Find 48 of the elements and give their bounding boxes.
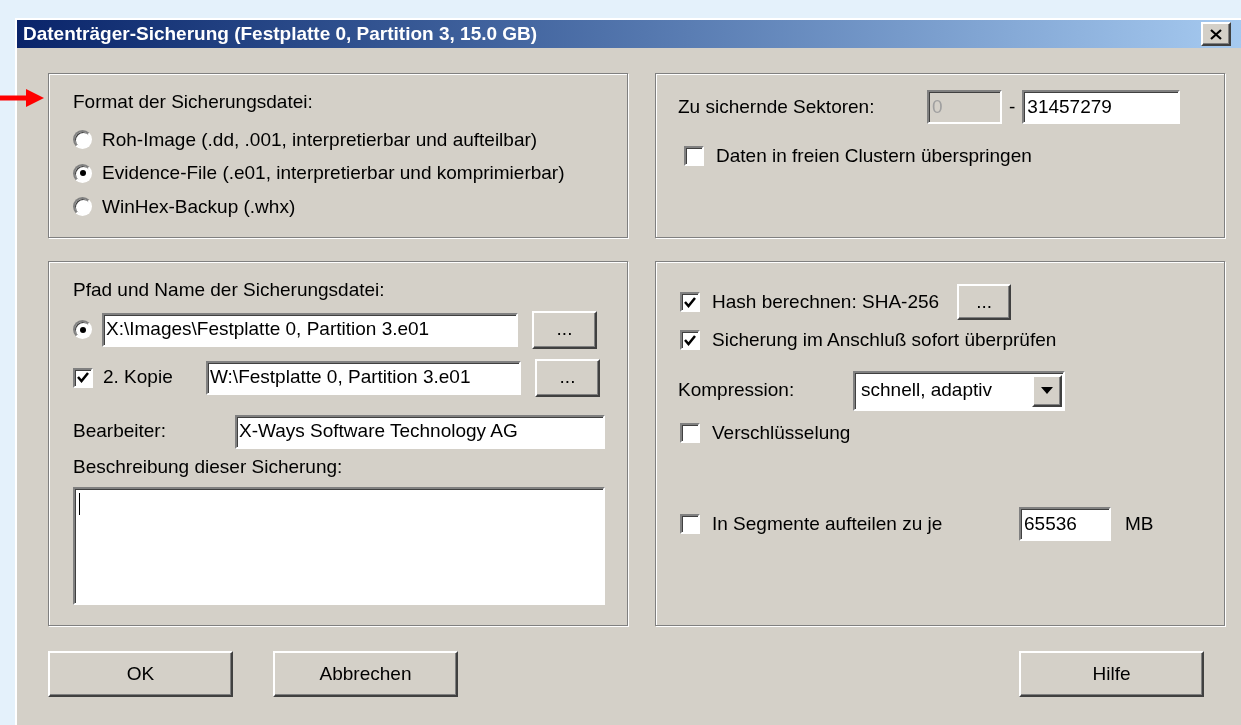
checkbox[interactable] [684, 146, 704, 167]
radio-label: Evidence-File (.e01, interpretierbar und komprimierbar) [102, 161, 565, 185]
checkbox[interactable] [680, 330, 700, 351]
window-title: Datenträger-Sicherung (Festplatte 0, Partition 3, 15.0 GB) [23, 21, 538, 46]
checkmark-icon [684, 334, 696, 346]
group-label: Format der Sicherungsdatei: [73, 90, 314, 114]
dialog-button[interactable]: Abbrechen [273, 651, 458, 697]
arrow-icon [0, 88, 44, 108]
field-label: Beschreibung dieser Sicherung: [73, 454, 344, 479]
radio-button[interactable] [73, 197, 92, 217]
range-separator: - [1008, 94, 1017, 119]
dialog-button[interactable]: OK [48, 651, 233, 697]
browse-button[interactable]: ... [535, 358, 600, 397]
radio-button[interactable] [73, 163, 92, 183]
checkbox-label: Daten in freien Clustern überspringen [716, 144, 1032, 168]
checkbox[interactable] [73, 367, 93, 388]
dialog-button[interactable]: Hilfe [1019, 651, 1204, 697]
browse-button[interactable]: ... [532, 310, 597, 349]
close-button[interactable] [1201, 22, 1231, 46]
checkbox-label: In Segmente aufteilen zu je [712, 511, 944, 536]
input-field[interactable]: 65536 [1019, 507, 1111, 541]
field-label: Kompression: [678, 378, 796, 403]
checkbox[interactable] [680, 422, 700, 443]
close-icon [1210, 28, 1222, 40]
checkbox-label: 2. Kopie [103, 365, 174, 390]
field-label: Zu sichernde Sektoren: [678, 94, 876, 119]
input-field[interactable]: X-Ways Software Technology AG [235, 414, 605, 449]
field-label: Bearbeiter: [73, 419, 167, 444]
radio-button[interactable] [73, 130, 92, 150]
input-field[interactable]: 31457279 [1022, 90, 1181, 124]
checkmark-icon [77, 372, 89, 383]
input-field[interactable]: X:\Images\Festplatte 0, Partition 3.e01 [102, 312, 518, 347]
radio-label: Roh-Image (.dd, .001, interpretierbar und aufteilbar) [102, 127, 538, 152]
input-field[interactable]: W:\Festplatte 0, Partition 3.e01 [206, 360, 521, 395]
checkbox[interactable] [680, 292, 700, 312]
radio-button[interactable] [73, 320, 92, 339]
group-label: Pfad und Name der Sicherungsdatei: [73, 278, 386, 302]
checkbox[interactable] [680, 514, 700, 534]
dropdown[interactable]: schnell, adaptiv [853, 370, 1065, 411]
unit-label: MB [1125, 511, 1154, 536]
hash-settings-button[interactable]: ... [957, 284, 1012, 320]
checkbox-label: Hash berechnen: SHA-256 [712, 289, 940, 314]
radio-label: WinHex-Backup (.whx) [102, 194, 296, 219]
text-cursor-icon [79, 493, 80, 515]
checkbox-label: Verschlüsselung [712, 420, 851, 445]
checkbox-label: Sicherung im Anschluß sofort überprüfen [712, 328, 1057, 352]
checkmark-icon [684, 296, 696, 308]
text-area[interactable] [73, 487, 605, 605]
